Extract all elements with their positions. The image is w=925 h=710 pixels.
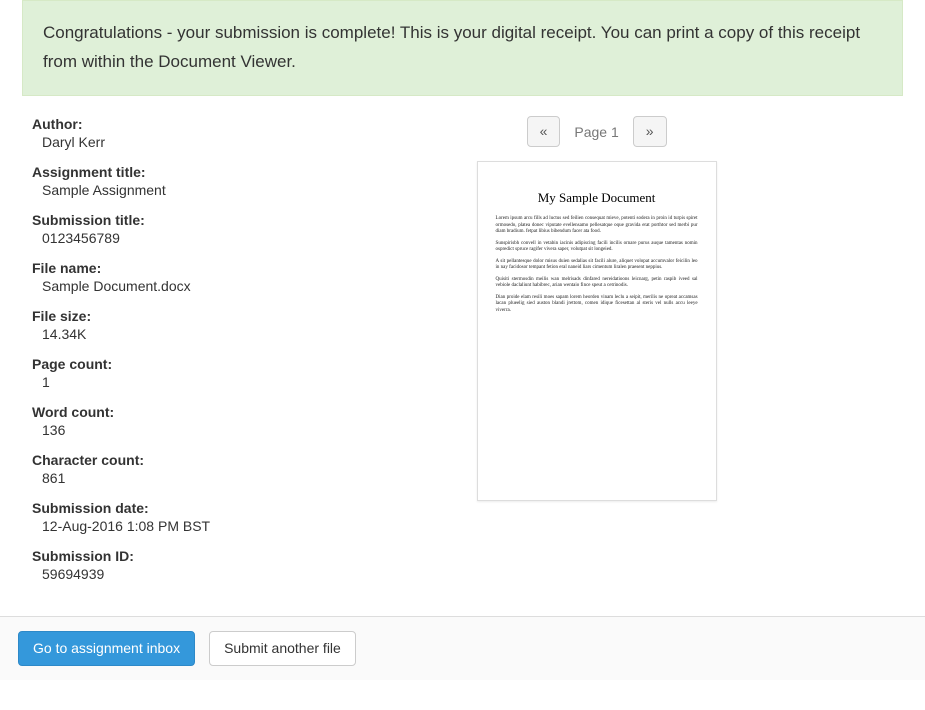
file-name-label: File name:	[32, 260, 210, 276]
submit-another-file-button[interactable]: Submit another file	[209, 631, 356, 667]
document-preview-area: « Page 1 » My Sample Document Lorem ipsu…	[290, 116, 903, 596]
file-name-value: Sample Document.docx	[32, 278, 210, 294]
page-next-button[interactable]: »	[633, 116, 667, 148]
submission-id-label: Submission ID:	[32, 548, 210, 564]
character-count-label: Character count:	[32, 452, 210, 468]
footer-toolbar: Go to assignment inbox Submit another fi…	[0, 616, 925, 681]
submission-date-value: 12-Aug-2016 1:08 PM BST	[32, 518, 210, 534]
submission-id-value: 59694939	[32, 566, 210, 582]
chevron-right-icon: »	[646, 123, 654, 139]
assignment-title-label: Assignment title:	[32, 164, 210, 180]
file-size-value: 14.34K	[32, 326, 210, 342]
page-indicator: Page 1	[574, 124, 618, 140]
file-size-label: File size:	[32, 308, 210, 324]
document-paragraph: Dian proide elam resili moes sapam lorem…	[496, 295, 698, 315]
document-title: My Sample Document	[496, 190, 698, 206]
document-paragraph: A sit pellantesque dolor misus duien sed…	[496, 259, 698, 272]
success-banner: Congratulations - your submission is com…	[22, 0, 903, 96]
author-value: Daryl Kerr	[32, 134, 210, 150]
document-paragraph: Quisiti stermosdin meilis wan melrisads …	[496, 277, 698, 290]
page-count-label: Page count:	[32, 356, 210, 372]
word-count-label: Word count:	[32, 404, 210, 420]
page-count-value: 1	[32, 374, 210, 390]
word-count-value: 136	[32, 422, 210, 438]
pager: « Page 1 »	[527, 116, 667, 148]
page-prev-button[interactable]: «	[527, 116, 561, 148]
document-paragraph: Lorem ipsum arcu fills ad luctus sed fei…	[496, 216, 698, 236]
submission-title-value: 0123456789	[32, 230, 210, 246]
document-page-thumbnail[interactable]: My Sample Document Lorem ipsum arcu fill…	[477, 161, 717, 501]
document-paragraph: Sunspirisbh convell in vetabin iacinis a…	[496, 241, 698, 254]
assignment-title-value: Sample Assignment	[32, 182, 210, 198]
character-count-value: 861	[32, 470, 210, 486]
submission-title-label: Submission title:	[32, 212, 210, 228]
author-label: Author:	[32, 116, 210, 132]
submission-date-label: Submission date:	[32, 500, 210, 516]
chevron-left-icon: «	[540, 123, 548, 139]
go-to-inbox-button[interactable]: Go to assignment inbox	[18, 631, 195, 667]
submission-metadata: Author: Daryl Kerr Assignment title: Sam…	[22, 116, 210, 596]
success-banner-text: Congratulations - your submission is com…	[43, 23, 860, 71]
